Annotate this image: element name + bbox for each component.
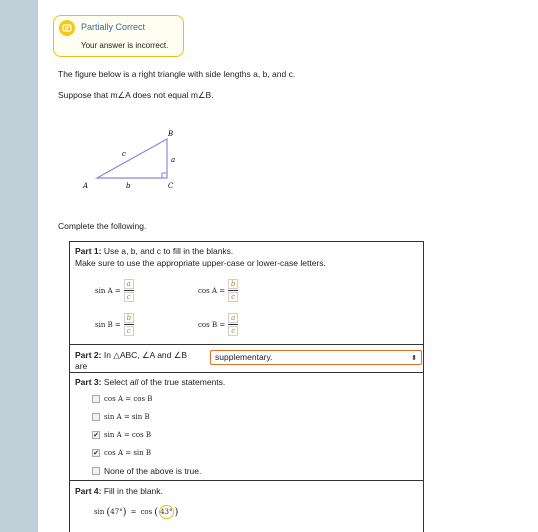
sinA-denominator-input[interactable]: c xyxy=(123,292,134,302)
part1-heading: Part 1: xyxy=(75,246,102,256)
part2-heading-line: Part 2: In △ABC, ∠A and ∠B xyxy=(75,350,187,361)
vertex-b-label: B xyxy=(167,130,173,138)
cosB-numerator-input[interactable]: a xyxy=(228,313,239,323)
checkbox-icon[interactable] xyxy=(92,395,100,403)
part2-section: Part 2: In △ABC, ∠A and ∠B are supplemen… xyxy=(70,345,423,373)
checkbox-checked-icon[interactable]: ✔ xyxy=(92,431,100,439)
select-arrows-icon: ⬍ xyxy=(411,355,417,362)
side-c-label: c xyxy=(122,150,126,158)
cosA-fraction: b c xyxy=(228,279,239,302)
cosA-label: cos A = xyxy=(198,286,226,295)
cosB-label: cos B = xyxy=(198,320,226,329)
cosB-fraction: a c xyxy=(228,313,239,336)
complete-label: Complete the following. xyxy=(58,221,147,231)
cosB-equation: cos B = a c xyxy=(198,313,239,336)
option-label: None of the above is true. xyxy=(104,466,202,476)
vertex-c-label: C xyxy=(168,182,174,190)
part2-text2: are xyxy=(75,361,88,371)
angle-answer-input[interactable]: 43° xyxy=(159,505,174,519)
sinB-denominator-input[interactable]: c xyxy=(123,326,134,336)
right-angle-marker xyxy=(161,172,167,178)
status-icon xyxy=(59,20,75,36)
equals-sign: = xyxy=(130,508,137,516)
rhs-function: cos xyxy=(140,508,153,516)
option-label: cos A = sin B xyxy=(104,449,152,457)
right-triangle-diagram: A B C a b c xyxy=(82,130,175,190)
part3-text-post: of the true statements. xyxy=(138,377,226,387)
lhs-angle: 47° xyxy=(110,508,123,516)
intro-line-1-text: The figure below is a right triangle wit… xyxy=(58,69,296,79)
sinB-equation: sin B = b c xyxy=(95,313,134,336)
angle-relation-select[interactable]: supplementary. ⬍ xyxy=(210,350,422,365)
checkbox-icon[interactable] xyxy=(92,413,100,421)
checkbox-icon[interactable] xyxy=(92,467,100,475)
part4-text: Fill in the blank. xyxy=(101,486,163,496)
part4-heading: Part 4: xyxy=(75,486,102,496)
cosA-denominator-input[interactable]: c xyxy=(228,292,239,302)
intro-line-2: Suppose that m∠A does not equal m∠B. xyxy=(58,90,214,100)
part4-equation: sin ( 47° ) = cos ( 43° ) xyxy=(94,505,179,519)
part4-heading-line: Part 4: Fill in the blank. xyxy=(75,486,163,496)
part3-heading-line: Part 3: Select all of the true statement… xyxy=(75,377,225,387)
sinA-fraction: a c xyxy=(123,279,134,302)
status-title: Partially Correct xyxy=(81,22,146,32)
option-none[interactable]: None of the above is true. xyxy=(92,466,201,476)
part3-heading: Part 3: xyxy=(75,377,102,387)
option-label: sin A = cos B xyxy=(104,431,152,439)
part1-heading-line: Part 1: Use a, b, and c to fill in the b… xyxy=(75,246,233,256)
part1-instruction: Use a, b, and c to fill in the blanks. xyxy=(101,246,234,256)
checkbox-checked-icon[interactable]: ✔ xyxy=(92,449,100,457)
sinB-label: sin B = xyxy=(95,320,121,329)
part3-section: Part 3: Select all of the true statement… xyxy=(70,373,423,481)
answer-workspace: Part 1: Use a, b, and c to fill in the b… xyxy=(69,241,424,532)
part1-section: Part 1: Use a, b, and c to fill in the b… xyxy=(70,242,423,345)
sinB-fraction: b c xyxy=(123,313,134,336)
sinA-equation: sin A = a c xyxy=(95,279,134,302)
status-message: Your answer is incorrect. xyxy=(81,41,169,50)
option-sinA-eq-cosB[interactable]: ✔ sin A = cos B xyxy=(92,431,151,439)
part1-instruction2: Make sure to use the appropriate upper-c… xyxy=(75,258,326,268)
option-cosA-eq-sinB[interactable]: ✔ cos A = sin B xyxy=(92,449,151,457)
part2-text: In △ABC, ∠A and ∠B xyxy=(101,350,188,360)
sinB-numerator-input[interactable]: b xyxy=(123,313,134,323)
sinA-label: sin A = xyxy=(95,286,121,295)
left-sidebar xyxy=(0,0,38,532)
cosA-numerator-input[interactable]: b xyxy=(228,279,239,289)
vertex-a-label: A xyxy=(82,182,88,190)
part3-text-pre: Select xyxy=(101,377,130,387)
option-label: sin A = sin B xyxy=(104,413,150,421)
option-cosA-eq-cosB[interactable]: cos A = cos B xyxy=(92,395,152,403)
side-b-label: b xyxy=(126,182,131,190)
option-label: cos A = cos B xyxy=(104,395,153,403)
part4-section: Part 4: Fill in the blank. sin ( 47° ) =… xyxy=(70,481,423,532)
part2-heading: Part 2: xyxy=(75,350,102,360)
cosA-equation: cos A = b c xyxy=(198,279,239,302)
triangle-shape xyxy=(94,137,168,179)
lhs-function: sin xyxy=(94,508,105,516)
angle-relation-selected: supplementary. xyxy=(215,352,273,362)
sinA-numerator-input[interactable]: a xyxy=(123,279,134,289)
side-a-label: a xyxy=(171,156,175,164)
status-banner: Partially Correct Your answer is incorre… xyxy=(53,15,184,57)
option-sinA-eq-sinB[interactable]: sin A = sin B xyxy=(92,413,150,421)
cosB-denominator-input[interactable]: c xyxy=(228,326,239,336)
intro-line-1: The figure below is a right triangle wit… xyxy=(58,69,295,79)
